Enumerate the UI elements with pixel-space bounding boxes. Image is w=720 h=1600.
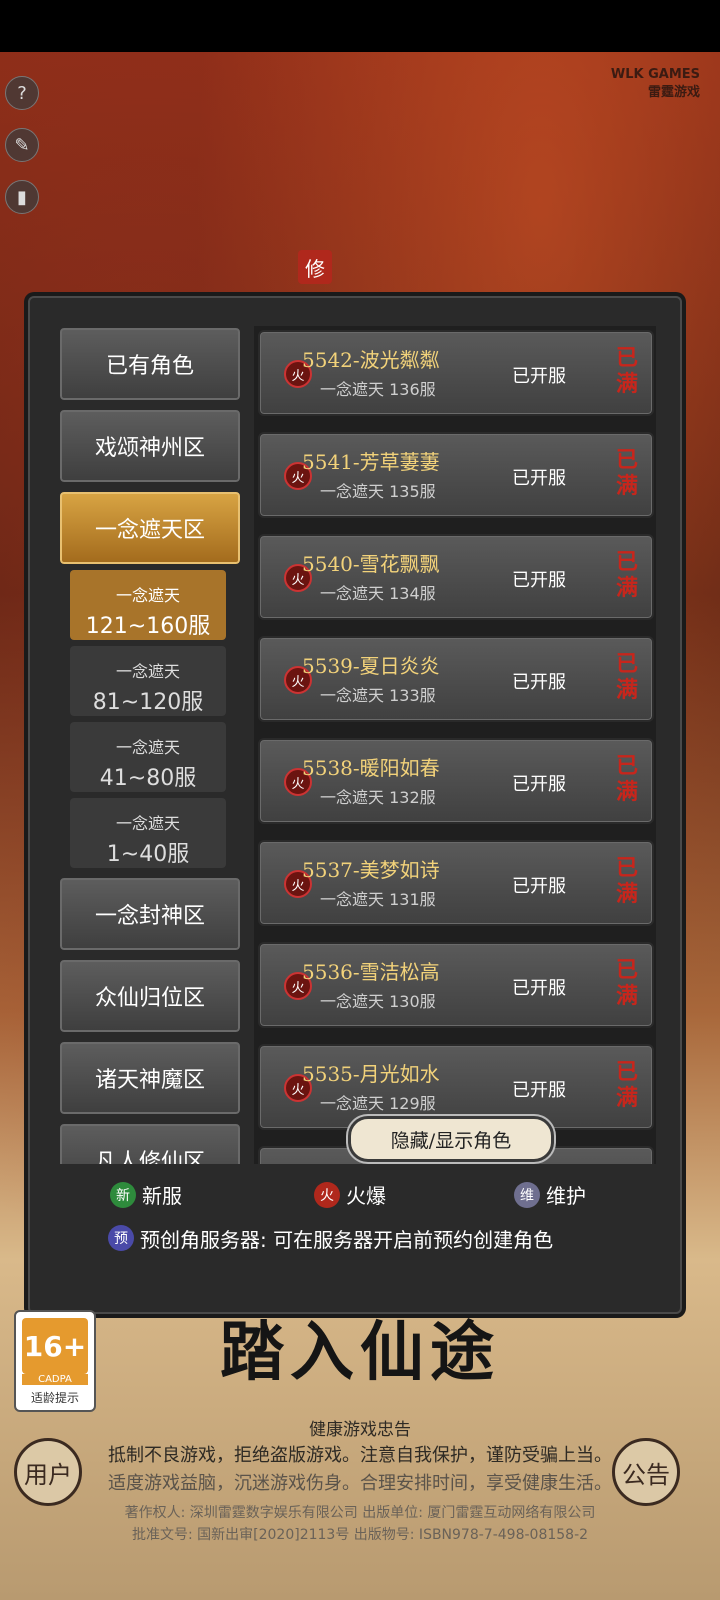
status-bar — [0, 0, 720, 52]
signal-icon[interactable]: ▮ — [5, 180, 39, 214]
health-title: 健康游戏忠告 — [309, 1420, 411, 1440]
server-status: 已开服 — [512, 570, 566, 591]
help-icon[interactable]: ? — [5, 76, 39, 110]
full-stamp: 已满 — [615, 346, 638, 397]
age-rating-value: 16+ — [22, 1318, 88, 1374]
subcategory-121-160[interactable]: 一念遮天 121~160服 — [70, 570, 226, 640]
full-stamp: 已满 — [615, 652, 638, 703]
copyright-text: 著作权人: 深圳雷霆数字娱乐有限公司 出版单位: 厦门雷霆互动网络有限公司 — [124, 1505, 596, 1521]
server-name: 5540-雪花飘飘 — [302, 552, 440, 576]
category-fanren-xiuxian[interactable]: 凡人修仙区 — [58, 1122, 242, 1164]
server-row[interactable]: 火 5536-雪洁松高 一念遮天 130服 已开服 已满 — [258, 942, 654, 1028]
server-zone: 一念遮天 129服 — [320, 1094, 436, 1113]
server-row[interactable]: 火 5542-波光粼粼 一念遮天 136服 已开服 已满 — [258, 330, 654, 416]
server-row[interactable]: 火 5537-美梦如诗 一念遮天 131服 已开服 已满 — [258, 840, 654, 926]
hot-badge-icon: 火 — [314, 1181, 340, 1208]
slogan: 踏入仙途 — [220, 1315, 500, 1390]
legend-new-label: 新服 — [142, 1184, 182, 1208]
age-rating-org: CADPA — [22, 1374, 88, 1385]
category-owned-roles[interactable]: 已有角色 — [58, 326, 242, 402]
brand-logo: WLK GAMES 雷霆游戏 — [610, 67, 700, 100]
pre-create-badge-icon: 预 — [108, 1225, 134, 1251]
server-status: 已开服 — [512, 366, 566, 387]
legend-maint: 维 维护 — [514, 1180, 586, 1209]
full-stamp: 已满 — [615, 1060, 638, 1111]
full-stamp: 已满 — [615, 958, 638, 1009]
server-name: 5536-雪洁松高 — [302, 960, 440, 984]
server-row[interactable]: 火 5538-暖阳如春 一念遮天 132服 已开服 已满 — [258, 738, 654, 824]
subcategory-41-80[interactable]: 一念遮天 41~80服 — [70, 722, 226, 792]
server-status: 已开服 — [512, 774, 566, 795]
legend-hot-label: 火爆 — [346, 1184, 386, 1208]
server-name: 5537-美梦如诗 — [302, 858, 440, 882]
wrench-icon[interactable]: ✎ — [5, 128, 39, 162]
legend-maint-label: 维护 — [546, 1184, 586, 1208]
server-zone: 一念遮天 135服 — [320, 482, 436, 501]
age-rating-badge[interactable]: 16+ CADPA 适龄提示 — [14, 1310, 96, 1412]
server-zone: 一念遮天 130服 — [320, 992, 436, 1011]
server-zone: 一念遮天 134服 — [320, 584, 436, 603]
server-row[interactable]: 火 5540-雪花飘飘 一念遮天 134服 已开服 已满 — [258, 534, 654, 620]
pre-create-text: 预创角服务器: 可在服务器开启前预约创建角色 — [140, 1227, 554, 1252]
server-row[interactable]: 火 5539-夏日炎炎 一念遮天 133服 已开服 已满 — [258, 636, 654, 722]
category-yinian-zhetian[interactable]: 一念遮天区 — [58, 490, 242, 566]
server-zone: 一念遮天 131服 — [320, 890, 436, 909]
category-list[interactable]: 已有角色 戏颂神州区 一念遮天区 一念遮天 121~160服 一念遮天 81~1… — [56, 326, 242, 1164]
pre-create-note: 预 预创角服务器: 可在服务器开启前预约创建角色 — [108, 1218, 668, 1258]
legend-new: 新 新服 — [110, 1180, 182, 1209]
health-notice: 健康游戏忠告 抵制不良游戏，拒绝盗版游戏。注意自我保护，谨防受骗上当。 适度游戏… — [0, 1418, 720, 1546]
category-yinian-fengshen[interactable]: 一念封神区 — [58, 876, 242, 952]
new-badge-icon: 新 — [110, 1181, 136, 1208]
server-status: 已开服 — [512, 672, 566, 693]
server-select-panel: 已有角色 戏颂神州区 一念遮天区 一念遮天 121~160服 一念遮天 81~1… — [28, 296, 682, 1314]
title-seal: 修 — [298, 250, 332, 284]
server-name: 5538-暖阳如春 — [302, 756, 440, 780]
server-zone: 一念遮天 132服 — [320, 788, 436, 807]
full-stamp: 已满 — [615, 856, 638, 907]
health-line-2: 适度游戏益脑，沉迷游戏伤身。合理安排时间，享受健康生活。 — [108, 1473, 612, 1494]
server-name: 5541-芳草萋萋 — [302, 450, 440, 474]
server-row[interactable]: 火 5541-芳草萋萋 一念遮天 135服 已开服 已满 — [258, 432, 654, 518]
server-name: 5539-夏日炎炎 — [302, 654, 440, 678]
toggle-roles-button[interactable]: 隐藏/显示角色 — [348, 1116, 554, 1162]
server-zone: 一念遮天 133服 — [320, 686, 436, 705]
server-status: 已开服 — [512, 468, 566, 489]
server-status: 已开服 — [512, 1080, 566, 1101]
category-zhongxian-guiwei[interactable]: 众仙归位区 — [58, 958, 242, 1034]
health-line-1: 抵制不良游戏，拒绝盗版游戏。注意自我保护，谨防受骗上当。 — [108, 1445, 612, 1466]
subcategory-81-120[interactable]: 一念遮天 81~120服 — [70, 646, 226, 716]
full-stamp: 已满 — [615, 550, 638, 601]
full-stamp: 已满 — [615, 754, 638, 805]
category-zhutian-shenmo[interactable]: 诸天神魔区 — [58, 1040, 242, 1116]
server-name: 5535-月光如水 — [302, 1062, 440, 1086]
maintenance-badge-icon: 维 — [514, 1181, 540, 1208]
server-status: 已开服 — [512, 978, 566, 999]
subcategory-1-40[interactable]: 一念遮天 1~40服 — [70, 798, 226, 868]
age-rating-tip: 适龄提示 — [30, 1391, 79, 1405]
legend-hot: 火 火爆 — [314, 1180, 386, 1209]
approval-text: 批准文号: 国新出审[2020]2113号 出版物号: ISBN978-7-49… — [131, 1527, 589, 1543]
legend: 新 新服 火 火爆 维 维护 — [108, 1176, 668, 1216]
category-xisong[interactable]: 戏颂神州区 — [58, 408, 242, 484]
server-status: 已开服 — [512, 876, 566, 897]
full-stamp: 已满 — [615, 448, 638, 499]
server-zone: 一念遮天 136服 — [320, 380, 436, 399]
server-list[interactable]: 火 5542-波光粼粼 一念遮天 136服 已开服 已满 火 5541-芳草萋萋… — [254, 326, 656, 1164]
server-name: 5542-波光粼粼 — [302, 348, 440, 372]
